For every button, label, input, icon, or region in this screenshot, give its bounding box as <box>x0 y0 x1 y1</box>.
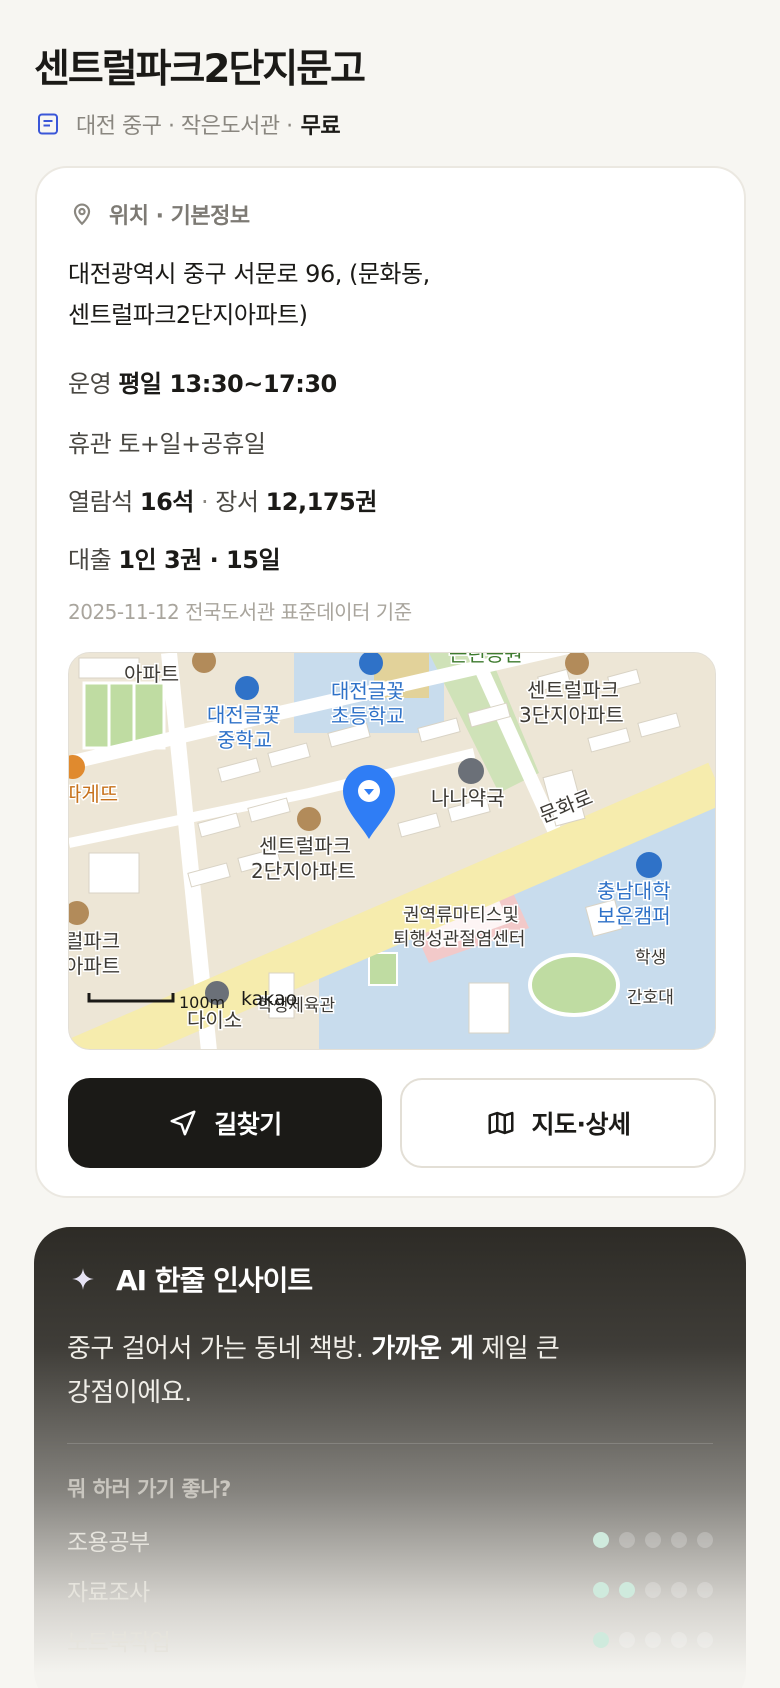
purpose-row: 조용공부 <box>67 1522 713 1558</box>
hours-row: 운영 평일 13:30~17:30 <box>68 364 337 399</box>
score-dot <box>671 1632 687 1648</box>
score-dot <box>645 1582 661 1598</box>
seats-value: 16석 <box>139 488 194 516</box>
map-label: 중학교 <box>217 728 272 752</box>
purpose-score <box>583 1632 713 1648</box>
divider <box>67 1443 713 1444</box>
map-label: 퇴행성관절염센터 <box>393 929 525 950</box>
pharmacy-poi-icon <box>458 758 484 784</box>
map-label: 럴파크 <box>69 929 120 953</box>
map-label: 아파트 <box>69 954 120 978</box>
map-label: 센트럴파크 <box>527 678 619 702</box>
score-dot <box>645 1532 661 1548</box>
map-label: 충남대학 <box>597 879 671 903</box>
ai-text-highlight: 가까운 게 <box>371 1334 474 1364</box>
map-label: 대전글꽃 <box>207 703 281 727</box>
ai-text-part: 강점이에요. <box>67 1378 192 1408</box>
map-label: 초등학교 <box>331 704 405 728</box>
library-detail-page: 센트럴파크2단지문고 대전 중구 · 작은도서관 · 무료 위치 · 기본정보 … <box>0 0 780 1688</box>
section-heading: 위치 · 기본정보 <box>69 198 250 230</box>
capacity-row: 열람석 16석 · 장서 12,175권 <box>68 482 377 517</box>
document-icon <box>38 113 58 135</box>
location-map[interactable]: 아파트 대전글꽃 중학교 대전글꽃 초등학교 근린공원 센트럴파크 3단지아파트… <box>68 652 716 1050</box>
purpose-row: 노트북작업 <box>67 1622 713 1658</box>
map-label: 아파트 <box>124 662 179 686</box>
library-meta: 대전 중구 · 작은도서관 · 무료 <box>36 106 341 142</box>
ai-insight-heading: AI 한줄 인사이트 <box>70 1259 313 1299</box>
location-pin-icon <box>73 203 91 226</box>
map-label: 따게뜨 <box>69 782 118 806</box>
closed-value: 토+일+공휴일 <box>118 430 266 458</box>
score-dot <box>619 1532 635 1548</box>
map-label: 보운캠퍼 <box>597 904 671 928</box>
hours-value: 평일 13:30~17:30 <box>118 370 337 398</box>
seats-label: 열람석 <box>68 488 133 516</box>
map-label: 3단지아파트 <box>519 703 624 727</box>
separator-dot: · <box>201 488 209 516</box>
map-brand-logo: kakao <box>241 988 297 1010</box>
loan-value: 1인 3권 · 15일 <box>118 546 281 574</box>
map-detail-button[interactable]: 지도·상세 <box>400 1078 716 1168</box>
map-label: 간호대 <box>627 988 674 1008</box>
navigation-arrow-icon <box>170 1110 196 1136</box>
ai-insight-text: 중구 걸어서 가는 동네 책방. 가까운 게 제일 큰 강점이에요. <box>67 1327 647 1415</box>
map-label: 센트럴파크 <box>259 834 351 858</box>
ai-insight-title: AI 한줄 인사이트 <box>116 1264 313 1297</box>
score-dot <box>593 1532 609 1548</box>
address-line-1: 대전광역시 중구 서문로 96, (문화동, <box>68 260 430 288</box>
loan-row: 대출 1인 3권 · 15일 <box>68 540 281 575</box>
score-dot <box>671 1582 687 1598</box>
directions-label: 길찾기 <box>214 1110 282 1139</box>
purpose-row: 자료조사 <box>67 1572 713 1608</box>
section-title: 위치 · 기본정보 <box>109 204 250 229</box>
map-label: 대전글꽃 <box>331 679 405 703</box>
map-canvas: 아파트 대전글꽃 중학교 대전글꽃 초등학교 근린공원 센트럴파크 3단지아파트… <box>69 653 715 1049</box>
ai-text-part: 제일 큰 <box>481 1334 560 1364</box>
purpose-score <box>583 1532 713 1548</box>
score-dot <box>697 1532 713 1548</box>
score-dot <box>697 1582 713 1598</box>
address-line-2: 센트럴파크2단지아파트) <box>68 301 308 329</box>
map-icon <box>488 1111 513 1135</box>
hours-label: 운영 <box>68 370 112 398</box>
score-dot <box>697 1632 713 1648</box>
purpose-label: 노트북작업 <box>67 1630 171 1656</box>
ai-text-part: 중구 걸어서 가는 동네 책방. <box>67 1334 364 1364</box>
score-dot <box>671 1532 687 1548</box>
data-source-note: 2025-11-12 전국도서관 표준데이터 기준 <box>68 600 412 624</box>
score-dot <box>593 1582 609 1598</box>
tennis-court <box>368 952 398 986</box>
library-region-type: 대전 중구 · 작은도서관 · <box>76 114 293 139</box>
address: 대전광역시 중구 서문로 96, (문화동, 센트럴파크2단지아파트) <box>68 254 628 336</box>
loan-label: 대출 <box>68 546 112 574</box>
running-track <box>528 953 620 1017</box>
map-label: 학생 <box>635 948 666 968</box>
purpose-label: 자료조사 <box>67 1580 150 1606</box>
location-info-card: 위치 · 기본정보 대전광역시 중구 서문로 96, (문화동, 센트럴파크2단… <box>35 166 746 1198</box>
map-label: 나나약국 <box>431 786 505 810</box>
map-label: 2단지아파트 <box>251 859 356 883</box>
score-dot <box>619 1632 635 1648</box>
fee-badge: 무료 <box>300 114 341 139</box>
map-label: 근린공원 <box>449 653 523 666</box>
scale-label: 100m <box>179 993 225 1012</box>
directions-button[interactable]: 길찾기 <box>68 1078 382 1168</box>
ai-insight-card: AI 한줄 인사이트 중구 걸어서 가는 동네 책방. 가까운 게 제일 큰 강… <box>34 1227 746 1688</box>
score-dot <box>645 1632 661 1648</box>
score-dot <box>593 1632 609 1648</box>
map-detail-label: 지도·상세 <box>531 1110 632 1139</box>
sparkle-icon <box>72 1268 94 1290</box>
score-dot <box>619 1582 635 1598</box>
purpose-question: 뭐 하러 가기 좋나? <box>67 1477 231 1501</box>
map-label: 권역류마티스및 <box>403 905 519 926</box>
purpose-label: 조용공부 <box>67 1530 150 1556</box>
closed-row: 휴관 토+일+공휴일 <box>68 424 266 459</box>
page-title: 센트럴파크2단지문고 <box>34 47 366 92</box>
purpose-score <box>583 1582 713 1598</box>
closed-label: 휴관 <box>68 430 112 458</box>
books-value: 12,175권 <box>265 488 378 516</box>
books-label: 장서 <box>215 488 259 516</box>
